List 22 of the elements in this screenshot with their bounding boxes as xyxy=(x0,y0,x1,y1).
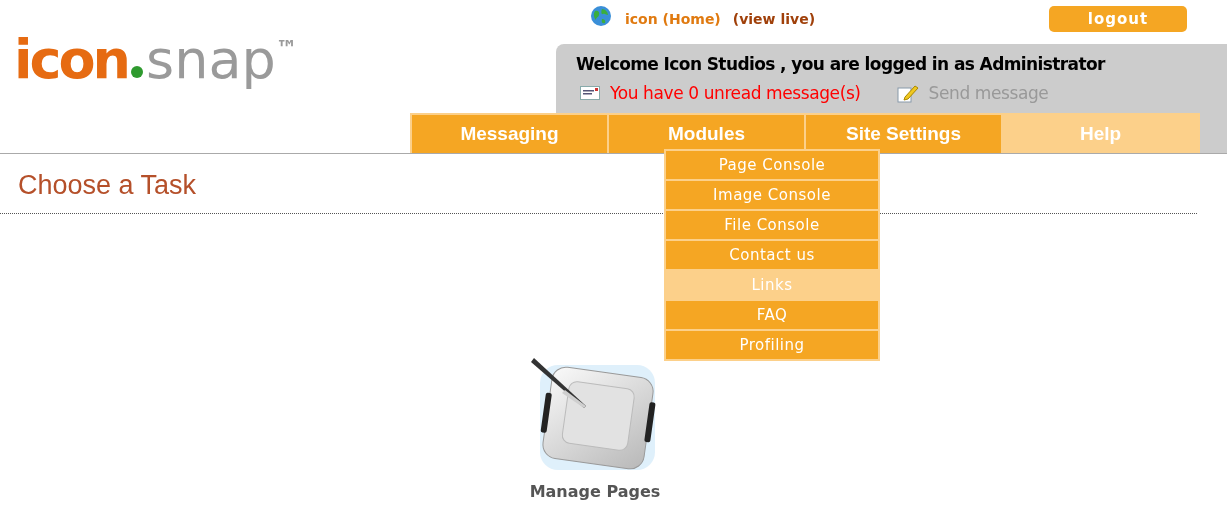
unread-messages-link[interactable]: You have 0 unread message(s) xyxy=(610,83,861,103)
welcome-text: Welcome Icon Studios , you are logged in as Administrator xyxy=(576,54,1107,74)
logo: icon snap™ xyxy=(14,30,298,90)
nav-tab[interactable]: Site Settings xyxy=(806,115,1001,153)
nav-tab[interactable]: Modules xyxy=(609,115,804,153)
home-link[interactable]: icon (Home) xyxy=(625,11,721,27)
page-heading: Choose a Task xyxy=(18,170,197,201)
envelope-icon xyxy=(580,86,600,100)
pencil-icon xyxy=(896,83,919,103)
globe-icon xyxy=(590,5,612,27)
menu-item[interactable]: File Console xyxy=(666,211,878,239)
task-label[interactable]: Manage Pages xyxy=(529,482,661,501)
view-live-link[interactable]: (view live) xyxy=(732,11,816,27)
nav-tab[interactable]: Messaging xyxy=(412,115,607,153)
nav-tab[interactable]: Help xyxy=(1003,115,1198,153)
menu-item[interactable]: FAQ xyxy=(666,301,878,329)
menu-item[interactable]: Page Console xyxy=(666,151,878,179)
menu-item[interactable]: Image Console xyxy=(666,181,878,209)
menu-item[interactable]: Contact us xyxy=(666,241,878,269)
logout-button[interactable]: logout xyxy=(1049,6,1187,32)
dot-icon xyxy=(131,66,144,78)
menu-item[interactable]: Profiling xyxy=(666,331,878,359)
